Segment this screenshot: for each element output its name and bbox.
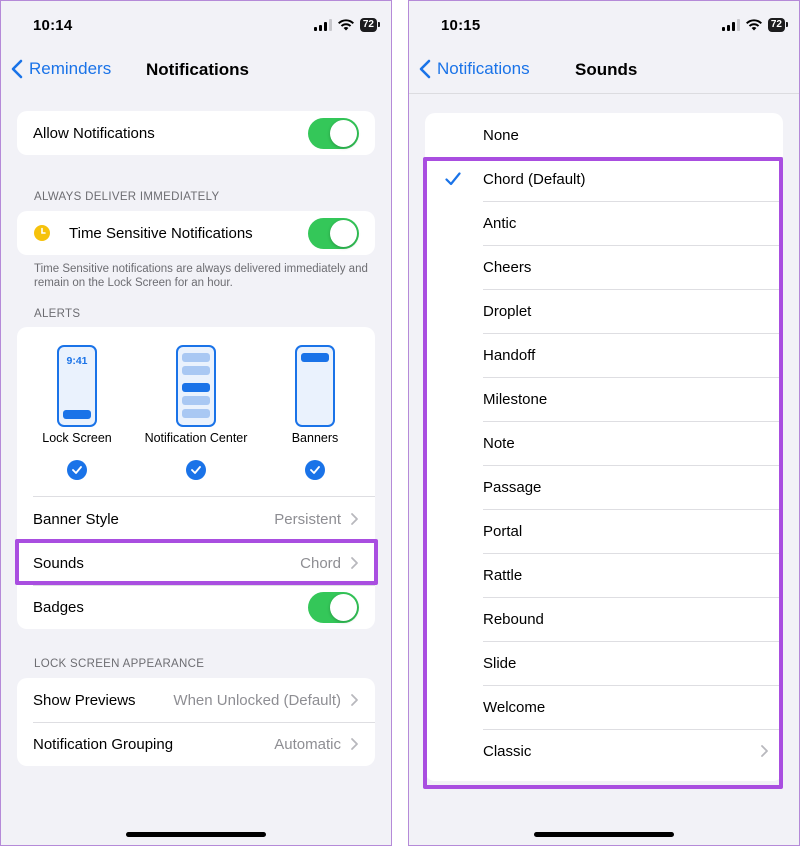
show-previews-value: When Unlocked (Default) [173, 691, 341, 709]
checkmark-icon [72, 466, 82, 474]
chevron-right-icon [351, 738, 358, 750]
notification-center-preview-icon [176, 345, 216, 427]
time-sensitive-footnote: Time Sensitive notifications are always … [34, 263, 368, 289]
page-title: Notifications [146, 60, 249, 79]
sounds-screen: 10:15 72 Notifications Sounds None Chord … [408, 0, 800, 846]
checkmark-icon [310, 466, 320, 474]
chevron-left-icon [11, 59, 23, 79]
notification-grouping-value: Automatic [274, 735, 341, 753]
alert-label-banners: Banners [291, 431, 339, 445]
lock-screen-section-header: LOCK SCREEN APPEARANCE [34, 658, 205, 670]
alert-label-lock-screen: Lock Screen [42, 431, 112, 445]
notification-grouping-row[interactable]: Notification Grouping Automatic [17, 722, 375, 766]
back-label: Reminders [29, 59, 112, 78]
time-sensitive-row: Time Sensitive Notifications [17, 211, 375, 255]
sounds-highlight-box [15, 539, 378, 585]
status-time: 10:14 [33, 17, 73, 34]
notification-grouping-label: Notification Grouping [33, 735, 174, 753]
battery-icon: 72 [359, 18, 381, 32]
allow-notifications-toggle[interactable] [308, 117, 359, 149]
status-bar: 10:15 72 [409, 1, 799, 45]
notifications-screen: 10:14 72 Reminders Notifications Allow N… [0, 0, 392, 846]
sound-option[interactable]: None [425, 113, 783, 157]
show-previews-label: Show Previews [33, 691, 136, 709]
back-button[interactable]: Reminders [11, 59, 111, 79]
banner-style-label: Banner Style [33, 510, 119, 528]
banner-style-row[interactable]: Banner Style Persistent [17, 497, 375, 541]
battery-icon: 72 [767, 18, 789, 32]
time-sensitive-toggle[interactable] [308, 217, 359, 249]
allow-notifications-card: Allow Notifications [17, 111, 375, 155]
banners-checkmark[interactable] [305, 460, 325, 480]
back-button[interactable]: Notifications [419, 59, 530, 79]
checkmark-icon [191, 466, 201, 474]
time-sensitive-label: Time Sensitive Notifications [69, 224, 253, 242]
page-title: Sounds [575, 60, 638, 79]
signal-icon [313, 19, 332, 31]
notification-center-checkmark[interactable] [186, 460, 206, 480]
wifi-icon [337, 19, 354, 31]
nav-bar: Reminders Notifications [1, 51, 391, 91]
lock-screen-card: Show Previews When Unlocked (Default) No… [17, 678, 375, 766]
time-sensitive-card: Time Sensitive Notifications [17, 211, 375, 255]
back-label: Notifications [437, 59, 530, 78]
clock-icon [34, 225, 50, 241]
sound-option-label: None [483, 126, 519, 144]
show-previews-row[interactable]: Show Previews When Unlocked (Default) [17, 678, 375, 722]
status-time: 10:15 [441, 17, 481, 34]
lock-screen-preview-icon: 9:41 [57, 345, 97, 427]
chevron-right-icon [351, 694, 358, 706]
home-indicator [534, 832, 674, 837]
banner-style-value: Persistent [274, 510, 341, 528]
alert-label-notification-center: Notification Center [144, 431, 248, 445]
home-indicator [126, 832, 266, 837]
banners-preview-icon [295, 345, 335, 427]
preview-clock: 9:41 [66, 355, 88, 367]
badges-row: Badges [17, 585, 375, 629]
nav-divider [409, 93, 799, 94]
deliver-section-header: ALWAYS DELIVER IMMEDIATELY [34, 191, 220, 203]
chevron-right-icon [351, 513, 358, 525]
wifi-icon [745, 19, 762, 31]
status-bar: 10:14 72 [1, 1, 391, 45]
badges-label: Badges [33, 598, 84, 616]
chevron-left-icon [419, 59, 431, 79]
lock-screen-checkmark[interactable] [67, 460, 87, 480]
allow-notifications-label: Allow Notifications [33, 124, 155, 142]
sounds-list-highlight-box [423, 157, 783, 789]
badges-toggle[interactable] [308, 591, 359, 623]
allow-notifications-row: Allow Notifications [17, 111, 375, 155]
signal-icon [721, 19, 740, 31]
alerts-section-header: ALERTS [34, 308, 81, 320]
nav-bar: Notifications Sounds [409, 51, 799, 91]
